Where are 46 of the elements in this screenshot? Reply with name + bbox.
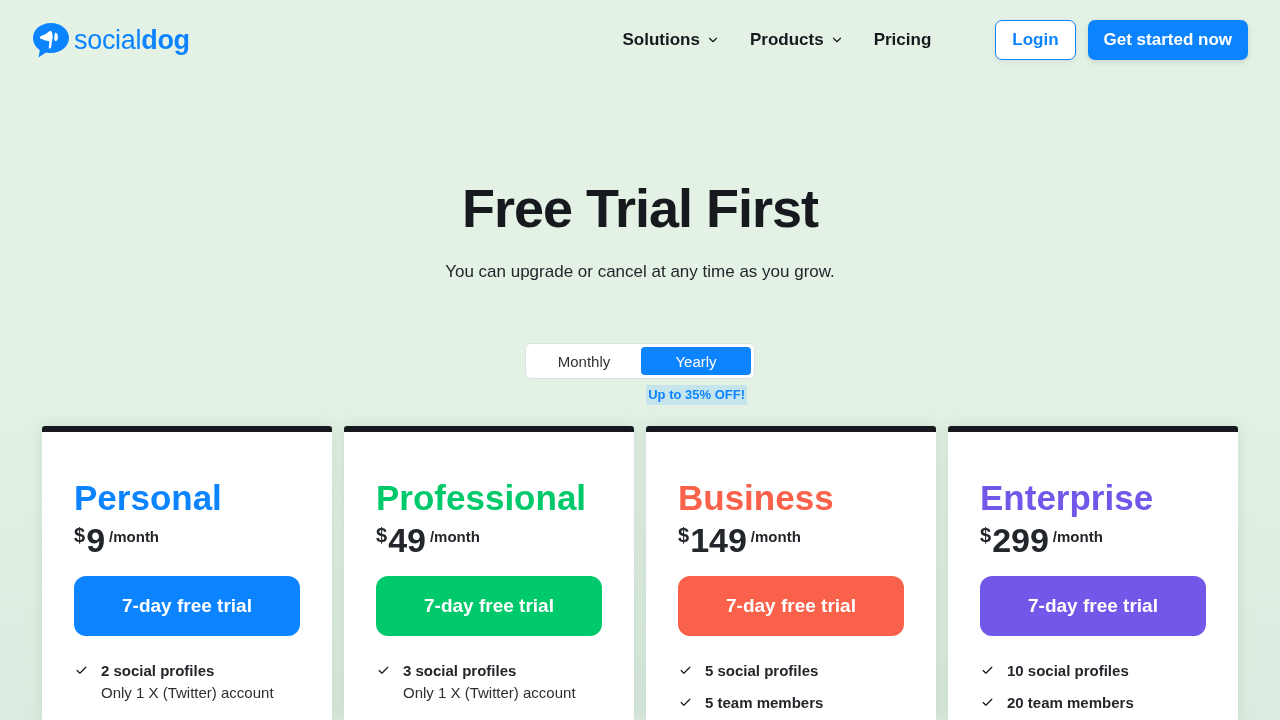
nav-link[interactable]: Pricing [873, 30, 932, 50]
logo-text[interactable]: socialdog [74, 24, 190, 56]
plan-name: Personal [74, 478, 223, 518]
discount-badge: Up to 35% OFF! [646, 385, 747, 405]
check-icon [981, 696, 994, 709]
feature-text: 5 social profiles [705, 661, 819, 681]
billing-tab[interactable]: Yearly [641, 347, 751, 375]
free-trial-button[interactable]: 7-day free trial [376, 576, 602, 636]
billing-tab[interactable]: Monthly [529, 347, 639, 375]
nav-link[interactable]: Solutions [622, 30, 720, 50]
feature-note: Only 1 X (Twitter) account [101, 683, 274, 703]
free-trial-button[interactable]: 7-day free trial [678, 576, 904, 636]
price-amount: 9 [86, 520, 106, 560]
feature-text: 5 team members [705, 693, 824, 713]
price-amount: 299 [992, 520, 1049, 560]
price-amount: 149 [690, 520, 747, 560]
page-subtitle: You can upgrade or cancel at any time as you grow. [445, 261, 835, 283]
price-period: /month [429, 528, 480, 545]
check-icon [75, 664, 88, 677]
feature-note: Only 1 X (Twitter) account [403, 683, 576, 703]
price-currency: $ [74, 524, 86, 547]
check-icon [981, 664, 994, 677]
feature-text: 3 social profiles [403, 661, 518, 681]
free-trial-button[interactable]: 7-day free trial [980, 576, 1206, 636]
price-period: /month [750, 528, 801, 545]
feature-text: 10 social profiles [1007, 661, 1129, 681]
page-title: Free Trial First [461, 178, 819, 238]
plan-name: Business [678, 478, 835, 518]
logo-icon[interactable] [32, 22, 70, 58]
price-currency: $ [980, 524, 992, 547]
nav-link[interactable]: Products [749, 30, 844, 50]
plan-name: Enterprise [980, 478, 1155, 518]
price-amount: 49 [388, 520, 426, 560]
check-icon [679, 664, 692, 677]
check-icon [679, 696, 692, 709]
feature-text: 20 team members [1007, 693, 1134, 713]
price-period: /month [109, 528, 160, 545]
price-period: /month [1052, 528, 1103, 545]
check-icon [377, 664, 390, 677]
price-currency: $ [376, 524, 388, 547]
get-started-button[interactable]: Get started now [1087, 20, 1248, 60]
free-trial-button[interactable]: 7-day free trial [74, 576, 300, 636]
price-currency: $ [678, 524, 690, 547]
plan-name: Professional [376, 478, 588, 518]
login-button[interactable]: Login [995, 20, 1076, 60]
feature-text: 2 social profiles [101, 661, 216, 681]
